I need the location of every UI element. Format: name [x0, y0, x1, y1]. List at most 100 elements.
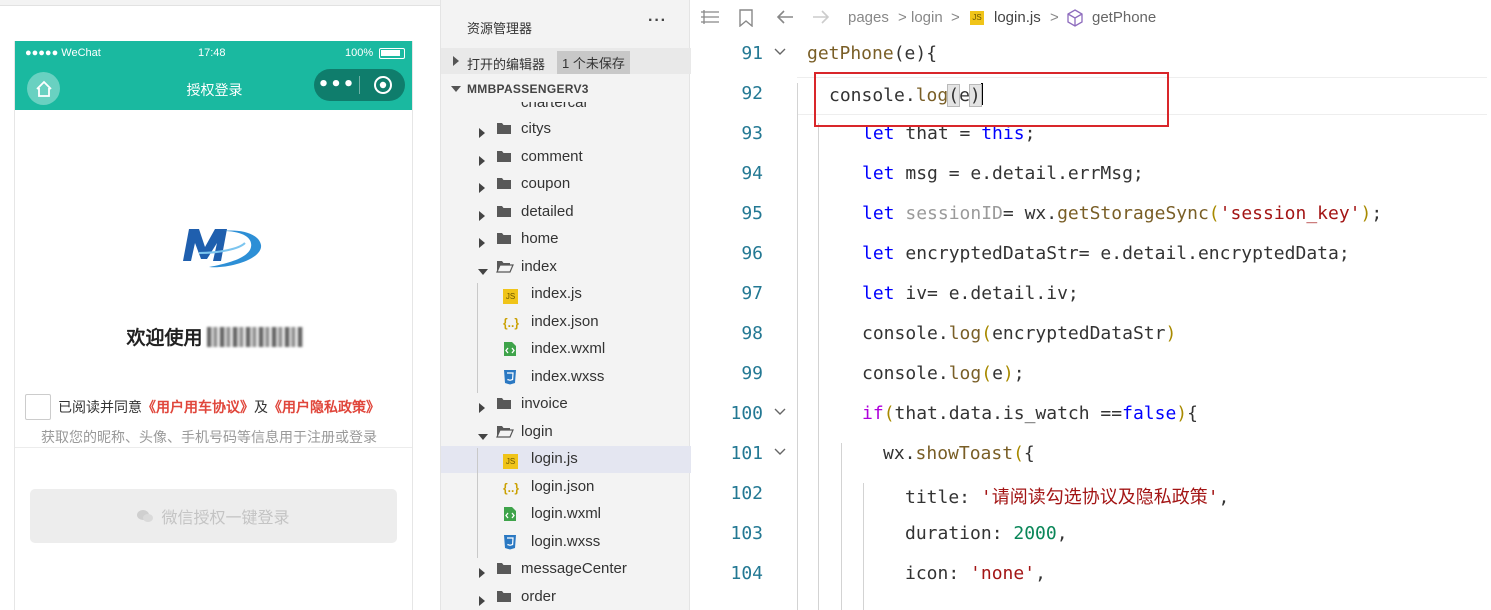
code-line-97[interactable]: let iv= e.detail.iv; [862, 283, 1079, 304]
fold-chevron-icon[interactable] [773, 42, 787, 61]
tree-item-comment[interactable]: comment [441, 144, 691, 171]
battery-icon [379, 48, 405, 59]
code-token: let [862, 203, 895, 224]
indent-guide [477, 448, 478, 558]
tree-item-index-wxss[interactable]: index.wxss [441, 364, 691, 391]
tree-item-login-wxml[interactable]: login.wxml [441, 501, 691, 528]
tree-item-label: login.wxss [531, 532, 601, 550]
tree-item-label: login.wxml [531, 505, 602, 522]
code-line-104[interactable]: icon: 'none', [905, 563, 1046, 584]
chevron-down-icon [478, 263, 488, 280]
tree-item-login-wxss[interactable]: login.wxss [441, 529, 691, 556]
fold-chevron-icon[interactable] [773, 442, 787, 461]
indent-guide [841, 443, 842, 610]
tree-item-index-json[interactable]: {..} index.json [441, 309, 691, 336]
code-line-91[interactable]: getPhone(e){ [807, 43, 937, 64]
line-number: 94 [741, 163, 763, 184]
chevron-down-icon [451, 86, 461, 92]
tree-item-label: coupon [521, 175, 571, 192]
tree-item-coupon[interactable]: coupon [441, 171, 691, 198]
open-editors-section[interactable]: 打开的编辑器 1 个未保存 [441, 48, 691, 74]
tree-item-order[interactable]: order [441, 584, 691, 610]
more-button[interactable]: ••• [314, 69, 359, 101]
code-line-100[interactable]: if(that.data.is_watch ==false){ [862, 403, 1198, 424]
tree-item-invoice[interactable]: invoice [441, 391, 691, 418]
folder-icon [496, 589, 512, 607]
privacy-policy-link[interactable]: 《用户隐私政策》 [268, 397, 380, 417]
tree-item-detailed[interactable]: detailed [441, 199, 691, 226]
tree-item-login-js[interactable]: JS login.js [441, 446, 691, 473]
code-line-96[interactable]: let encryptedDataStr= e.detail.encrypted… [862, 243, 1350, 264]
tree-item-label: home [521, 230, 559, 247]
user-agreement-link[interactable]: 《用户用车协议》 [142, 397, 254, 417]
code-token: ; [1371, 203, 1383, 224]
code-line-102[interactable]: title: '请阅读勾选协议及隐私政策', [905, 483, 1229, 509]
code-token: false [1122, 403, 1177, 424]
breadcrumb-file[interactable]: login.js [994, 9, 1041, 26]
tree-item-home[interactable]: home [441, 226, 691, 253]
back-arrow-icon[interactable] [776, 9, 794, 25]
tree-item-index-js[interactable]: JS index.js [441, 281, 691, 308]
code-token: title: [905, 487, 981, 508]
bookmark-icon[interactable] [739, 9, 753, 27]
code-token: ; [1013, 363, 1025, 384]
code-token: wx. [883, 443, 916, 464]
breadcrumb-symbol[interactable]: getPhone [1092, 9, 1156, 26]
code-token: , [1035, 563, 1046, 584]
top-strip [0, 0, 440, 6]
tree-item-login-json[interactable]: {..} login.json [441, 474, 691, 501]
line-number: 102 [730, 483, 763, 504]
tree-item-index-wxml[interactable]: index.wxml [441, 336, 691, 363]
code-token: ) [1360, 203, 1372, 224]
code-line-103[interactable]: duration: 2000, [905, 523, 1068, 544]
method-cube-icon [1067, 9, 1083, 27]
tree-item-citys[interactable]: citys [441, 116, 691, 143]
code-line-95[interactable]: let sessionID= wx.getStorageSync('sessio… [862, 203, 1382, 224]
tree-item-label: messageCenter [521, 560, 627, 577]
indent-guide [477, 283, 478, 393]
code-token: 'none' [970, 563, 1036, 584]
code-line-99[interactable]: console.log(e); [862, 363, 1025, 384]
agreement-row: 已阅读并同意 《用户用车协议》 及 《用户隐私政策》 [25, 394, 380, 420]
tree-item-label: comment [521, 147, 583, 165]
code-token: , [1218, 487, 1230, 508]
code-token: , [1056, 523, 1068, 544]
code-line-94[interactable]: let msg = e.detail.errMsg; [862, 163, 1144, 184]
code-token: let [862, 243, 895, 264]
chevron-right-icon [478, 125, 486, 142]
indent-guide [797, 83, 798, 610]
wechat-login-button[interactable]: 微信授权一键登录 [30, 489, 397, 543]
code-line-98[interactable]: console.log(encryptedDataStr) [862, 323, 1176, 344]
tree-item-messagecenter[interactable]: messageCenter [441, 556, 691, 583]
code-token: ( [1208, 203, 1220, 224]
welcome-title: 欢迎使用 [15, 323, 412, 350]
code-token: { [1187, 403, 1198, 424]
tree-item-partial[interactable]: chartercar [521, 102, 589, 111]
code-token: if [862, 403, 884, 424]
js-file-icon: JS [970, 11, 984, 25]
close-button[interactable] [360, 75, 405, 95]
code-token: e [904, 43, 916, 64]
breadcrumb-sep: > [1050, 9, 1059, 26]
code-token: ) [1176, 403, 1188, 424]
project-name: MMBPASSENGERV3 [467, 82, 589, 96]
tree-item-index[interactable]: index [441, 254, 691, 281]
unsaved-badge: 1 个未保存 [557, 51, 630, 74]
breadcrumb-login[interactable]: login [911, 9, 943, 26]
agree-checkbox[interactable] [25, 394, 51, 420]
code-token: let [862, 283, 895, 304]
breadcrumb-pages[interactable]: pages [848, 9, 889, 26]
tree-item-label: index.js [531, 285, 582, 302]
tree-item-label: citys [521, 120, 551, 137]
tree-item-label: login.js [531, 450, 578, 467]
folder-open-icon [496, 424, 514, 442]
fold-chevron-icon[interactable] [773, 402, 787, 421]
list-icon[interactable] [700, 9, 720, 25]
code-line-101[interactable]: wx.showToast({ [883, 443, 1035, 464]
code-token: 'session_key' [1219, 203, 1361, 224]
tree-item-label: login.json [531, 477, 595, 495]
project-section[interactable]: MMBPASSENGERV3 [441, 78, 691, 102]
tree-item-login[interactable]: login [441, 419, 691, 446]
explorer-more-button[interactable]: ··· [648, 12, 667, 30]
forward-arrow-icon[interactable] [812, 9, 830, 25]
